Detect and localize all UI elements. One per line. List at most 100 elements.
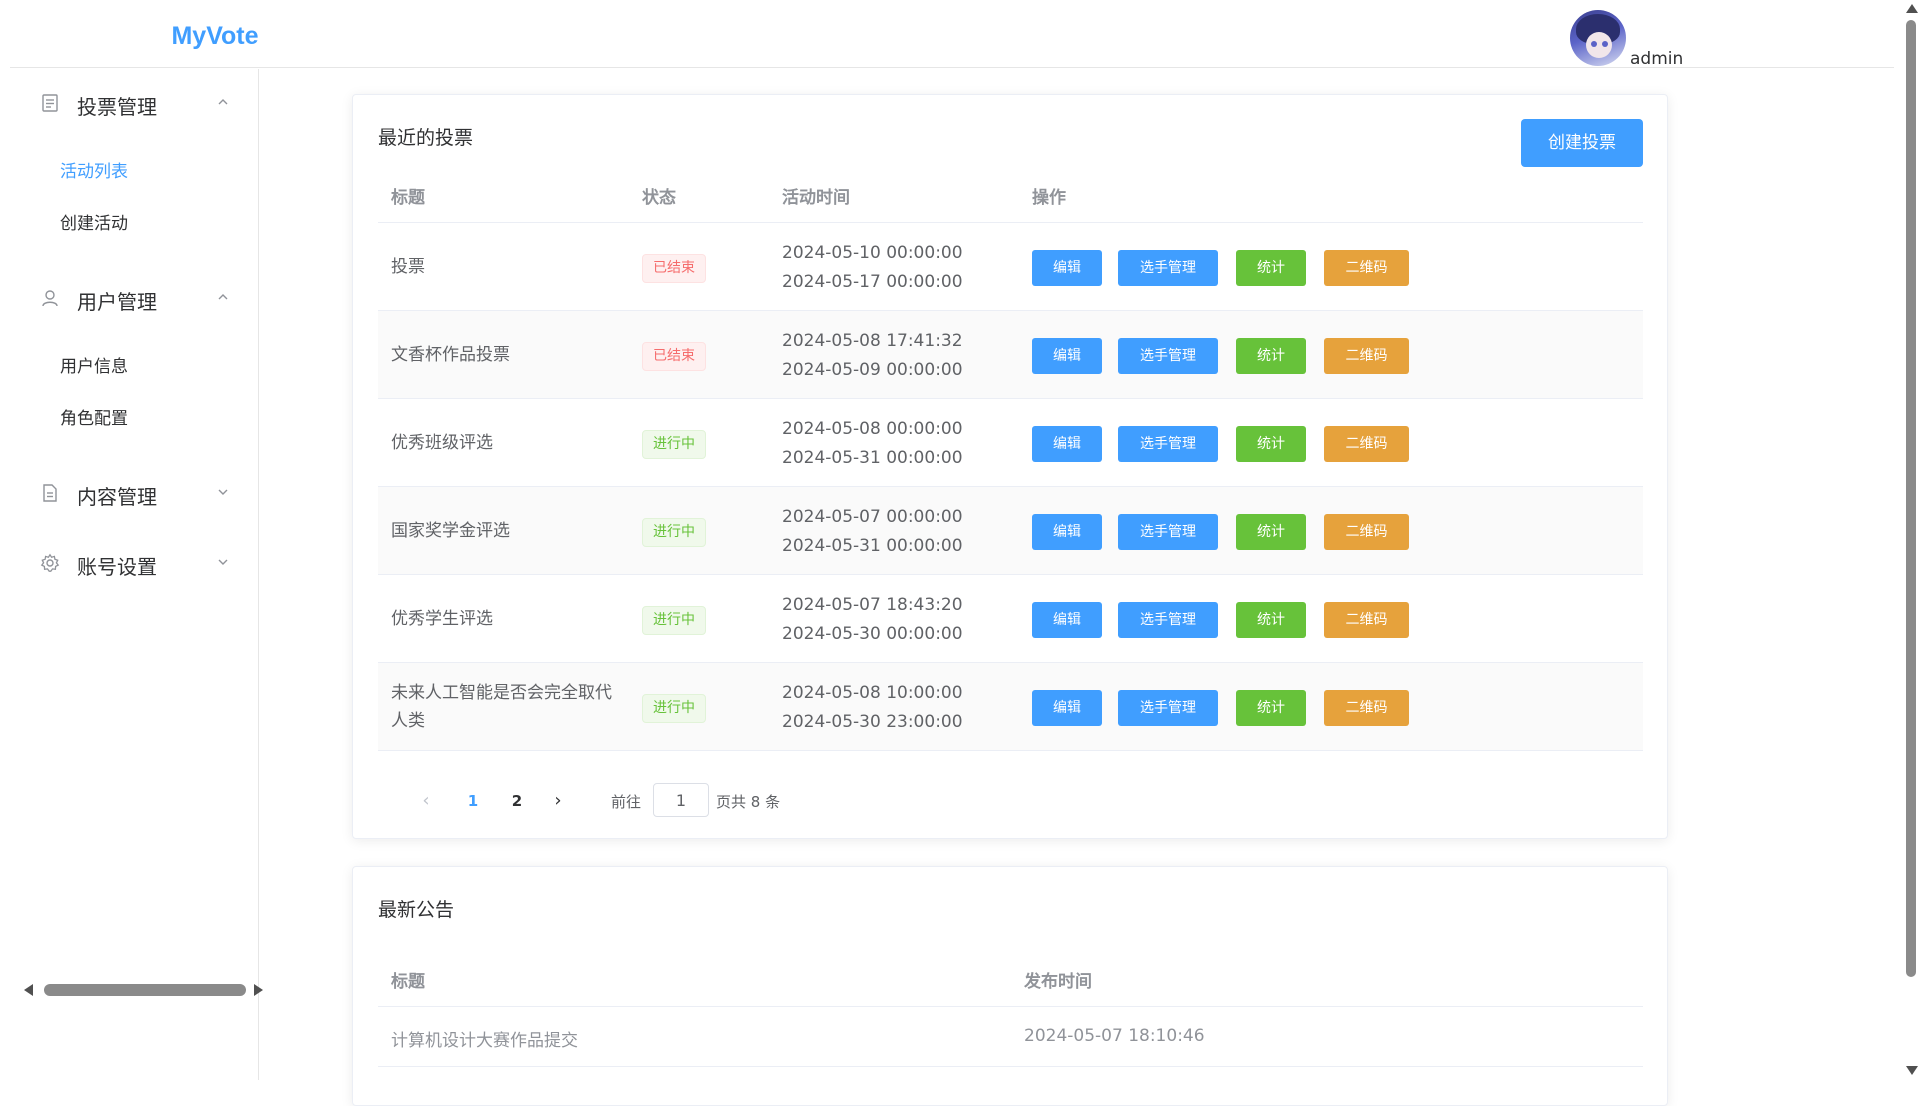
- column-header-title: 标题: [391, 972, 425, 992]
- table-row: 投票 已结束 2024-05-10 00:00:00 2024-05-17 00:00…: [378, 223, 1643, 311]
- menu-label: 账号设置: [77, 555, 157, 579]
- page-number-2[interactable]: 2: [502, 787, 532, 815]
- chevron-down-icon: [218, 559, 228, 565]
- sidebar-horizontal-scrollbar[interactable]: [24, 982, 264, 998]
- user-avatar[interactable]: [1570, 10, 1626, 66]
- edit-button[interactable]: 编辑: [1032, 514, 1102, 550]
- menu-account-settings[interactable]: 账号设置: [10, 535, 259, 591]
- vote-title: 优秀班级评选: [391, 433, 493, 453]
- chevron-up-icon: [218, 294, 228, 300]
- vote-end-time: 2024-05-31 00:00:00: [782, 536, 963, 556]
- menu-user-management[interactable]: 用户管理: [10, 270, 259, 326]
- statistics-button[interactable]: 统计: [1236, 250, 1306, 286]
- sidebar-item-label: 创建活动: [60, 214, 128, 234]
- vote-start-time: 2024-05-08 10:00:00: [782, 683, 963, 703]
- pagination: ‹ 1 2 › 前往 页共 8 条: [378, 783, 1078, 819]
- status-badge: 已结束: [642, 342, 706, 371]
- vote-start-time: 2024-05-08 17:41:32: [782, 331, 963, 351]
- edit-button[interactable]: 编辑: [1032, 690, 1102, 726]
- sidebar-item-user-info[interactable]: 用户信息: [10, 335, 259, 391]
- qrcode-button[interactable]: 二维码: [1324, 514, 1409, 550]
- sidebar: 投票管理 活动列表 创建活动 用户管理 用户信息 角色配置 内容管理 账号设置: [10, 69, 263, 1080]
- avatar-eye: [1602, 41, 1608, 47]
- player-management-button[interactable]: 选手管理: [1118, 250, 1218, 286]
- vote-start-time: 2024-05-07 18:43:20: [782, 595, 963, 615]
- next-page-button[interactable]: ›: [546, 787, 570, 815]
- username[interactable]: admin: [1630, 49, 1683, 69]
- statistics-button[interactable]: 统计: [1236, 690, 1306, 726]
- vote-title: 未来人工智能是否会完全取代人类: [391, 683, 612, 731]
- statistics-button[interactable]: 统计: [1236, 426, 1306, 462]
- status-badge: 进行中: [642, 518, 706, 547]
- table-row: 文香杯作品投票 已结束 2024-05-08 17:41:32 2024-05-09 …: [378, 311, 1643, 399]
- player-management-button[interactable]: 选手管理: [1118, 602, 1218, 638]
- app-logo[interactable]: MyVote: [160, 22, 270, 51]
- document-icon: [43, 484, 57, 502]
- announcements-card: 最新公告 标题 发布时间 计算机设计大赛作品提交 2024-05-07 18:1…: [352, 866, 1668, 1106]
- vote-title: 文香杯作品投票: [391, 345, 510, 365]
- vote-title: 优秀学生评选: [391, 609, 493, 629]
- table-row: 国家奖学金评选 进行中 2024-05-07 00:00:00 2024-05-31 …: [378, 487, 1643, 575]
- table-row: 未来人工智能是否会完全取代人类 进行中 2024-05-08 10:00:00 202…: [378, 663, 1643, 751]
- player-management-button[interactable]: 选手管理: [1118, 426, 1218, 462]
- column-header-status: 状态: [642, 188, 676, 208]
- player-management-button[interactable]: 选手管理: [1118, 514, 1218, 550]
- vote-start-time: 2024-05-08 00:00:00: [782, 419, 963, 439]
- scrollbar-thumb[interactable]: [1906, 20, 1916, 977]
- scroll-left-arrow-icon[interactable]: [24, 984, 33, 996]
- vote-time: 2024-05-07 00:00:00 2024-05-31 00:00:00: [782, 503, 963, 561]
- announcement-title[interactable]: 计算机设计大赛作品提交: [391, 1026, 578, 1051]
- qrcode-button[interactable]: 二维码: [1324, 690, 1409, 726]
- scroll-up-arrow-icon[interactable]: [1906, 4, 1918, 13]
- column-header-time: 活动时间: [782, 188, 850, 208]
- create-vote-button[interactable]: 创建投票: [1521, 119, 1643, 167]
- player-management-button[interactable]: 选手管理: [1118, 690, 1218, 726]
- qrcode-button[interactable]: 二维码: [1324, 602, 1409, 638]
- player-management-button[interactable]: 选手管理: [1118, 338, 1218, 374]
- chevron-down-icon: [218, 489, 228, 495]
- statistics-button[interactable]: 统计: [1236, 602, 1306, 638]
- status-badge: 进行中: [642, 606, 706, 635]
- qrcode-button[interactable]: 二维码: [1324, 338, 1409, 374]
- vote-end-time: 2024-05-17 00:00:00: [782, 272, 963, 292]
- table-row: 优秀学生评选 进行中 2024-05-07 18:43:20 2024-05-30 0…: [378, 575, 1643, 663]
- edit-button[interactable]: 编辑: [1032, 338, 1102, 374]
- vote-time: 2024-05-08 17:41:32 2024-05-09 00:00:00: [782, 327, 963, 385]
- avatar-face: [1586, 32, 1612, 58]
- scroll-down-arrow-icon[interactable]: [1906, 1066, 1918, 1075]
- sidebar-item-create-activity[interactable]: 创建活动: [10, 192, 259, 248]
- edit-button[interactable]: 编辑: [1032, 426, 1102, 462]
- vote-end-time: 2024-05-09 00:00:00: [782, 360, 963, 380]
- edit-button[interactable]: 编辑: [1032, 250, 1102, 286]
- statistics-button[interactable]: 统计: [1236, 514, 1306, 550]
- table-header: 标题 发布时间: [378, 949, 1643, 1007]
- sidebar-item-role-config[interactable]: 角色配置: [10, 387, 259, 443]
- status-badge: 进行中: [642, 694, 706, 723]
- scrollbar-thumb[interactable]: [44, 984, 246, 996]
- vote-title: 投票: [391, 257, 425, 277]
- page-number-1[interactable]: 1: [458, 787, 488, 815]
- qrcode-button[interactable]: 二维码: [1324, 426, 1409, 462]
- menu-content-management[interactable]: 内容管理: [10, 465, 259, 521]
- total-count-label: 页共 8 条: [716, 793, 781, 811]
- goto-label: 前往: [611, 793, 642, 811]
- qrcode-button[interactable]: 二维码: [1324, 250, 1409, 286]
- column-header-title: 标题: [391, 188, 425, 208]
- menu-vote-management[interactable]: 投票管理: [10, 75, 259, 131]
- page-jump-input[interactable]: [653, 783, 709, 817]
- statistics-button[interactable]: 统计: [1236, 338, 1306, 374]
- menu-label: 用户管理: [77, 290, 157, 314]
- status-badge: 已结束: [642, 254, 706, 283]
- edit-button[interactable]: 编辑: [1032, 602, 1102, 638]
- menu-label: 投票管理: [77, 95, 157, 119]
- table-row[interactable]: 计算机设计大赛作品提交 2024-05-07 18:10:46: [378, 1007, 1643, 1067]
- scroll-right-arrow-icon[interactable]: [254, 984, 263, 996]
- prev-page-button[interactable]: ‹: [414, 787, 438, 815]
- page-vertical-scrollbar[interactable]: [1902, 0, 1920, 1080]
- vote-title: 国家奖学金评选: [391, 521, 510, 541]
- document-list-icon: [42, 94, 58, 112]
- vote-end-time: 2024-05-30 23:00:00: [782, 712, 963, 732]
- top-header: MyVote admin: [10, 0, 1894, 69]
- sidebar-item-activity-list[interactable]: 活动列表: [10, 140, 259, 196]
- table-header: 标题 状态 活动时间 操作: [378, 165, 1643, 223]
